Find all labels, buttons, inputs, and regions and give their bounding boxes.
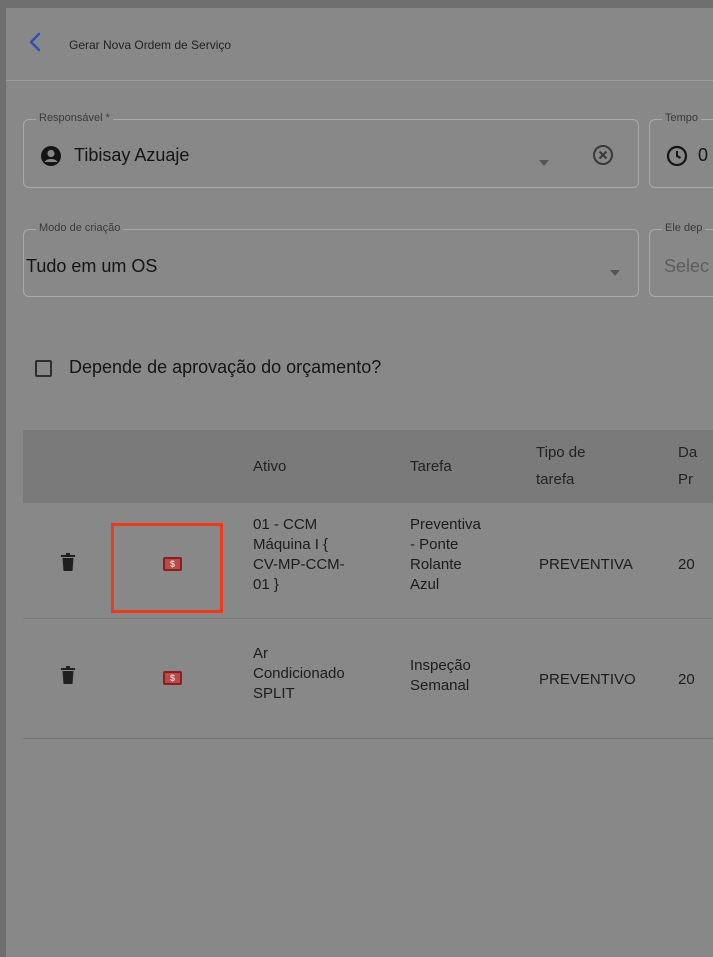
caret-down-icon[interactable] xyxy=(539,153,549,171)
dollar-bill-icon[interactable]: $ xyxy=(163,671,182,685)
top-bar: Gerar Nova Ordem de Serviço xyxy=(6,8,713,81)
header-tipo-line2: tarefa xyxy=(536,471,575,488)
depende-label: Ele dep xyxy=(662,222,706,234)
header-ativo: Ativo xyxy=(253,458,287,475)
header-tarefa: Tarefa xyxy=(410,458,452,475)
cell-data: 20 xyxy=(678,556,695,573)
account-circle-icon xyxy=(40,145,62,172)
cell-tarefa: Inspeção Semanal xyxy=(410,657,471,694)
depende-select[interactable]: Ele dep Selec xyxy=(649,222,713,297)
table-row: $ Ar Condicionado SPLIT Inspeção Semanal PR… xyxy=(23,619,713,737)
app-screen: Gerar Nova Ordem de Serviço Responsável … xyxy=(6,8,713,957)
cell-tipo: PREVENTIVO xyxy=(539,671,636,688)
depende-placeholder: Selec xyxy=(664,256,710,276)
responsavel-value: Tibisay Azuaje xyxy=(74,145,190,165)
tempo-label: Tempo xyxy=(662,112,702,124)
cell-data: 20 xyxy=(678,671,695,688)
header-data-line1: Da xyxy=(678,444,698,461)
header-tipo-line1: Tipo de xyxy=(536,444,586,461)
trash-icon[interactable] xyxy=(61,553,75,571)
aprovacao-checkbox[interactable] xyxy=(35,360,52,377)
tempo-value: 0 xyxy=(698,145,709,165)
clock-icon xyxy=(666,145,688,172)
responsavel-label: Responsável * xyxy=(36,112,113,124)
responsavel-select[interactable]: Responsável * Tibisay Azuaje xyxy=(23,112,639,188)
cell-ativo: 01 - CCM Máquina I {CV-MP-CCM- 01 } xyxy=(253,516,345,593)
header-data-line2: Pr xyxy=(678,471,693,488)
trash-icon[interactable] xyxy=(61,666,75,684)
page-title: Gerar Nova Ordem de Serviço xyxy=(69,38,232,52)
cell-tarefa: Preventiva - Ponte Rolante Azul xyxy=(410,516,481,593)
modo-criacao-select[interactable]: Modo de criação Tudo em um OS xyxy=(23,222,639,297)
cell-tipo: PREVENTIVA xyxy=(539,556,633,573)
cell-ativo: Ar Condicionado SPLIT xyxy=(253,645,345,702)
highlight-box xyxy=(111,523,223,613)
caret-down-icon[interactable] xyxy=(610,263,620,281)
modo-criacao-value: Tudo em um OS xyxy=(26,256,158,276)
table-header: Ativo Tarefa Tipo de tarefa Da Pr xyxy=(23,430,713,503)
chevron-left-icon[interactable] xyxy=(24,30,48,54)
aprovacao-label: Depende de aprovação do orçamento? xyxy=(69,357,382,377)
tempo-field[interactable]: Tempo 0 xyxy=(649,112,713,188)
clear-circle-icon[interactable] xyxy=(592,144,614,171)
modo-criacao-label: Modo de criação xyxy=(36,222,124,234)
